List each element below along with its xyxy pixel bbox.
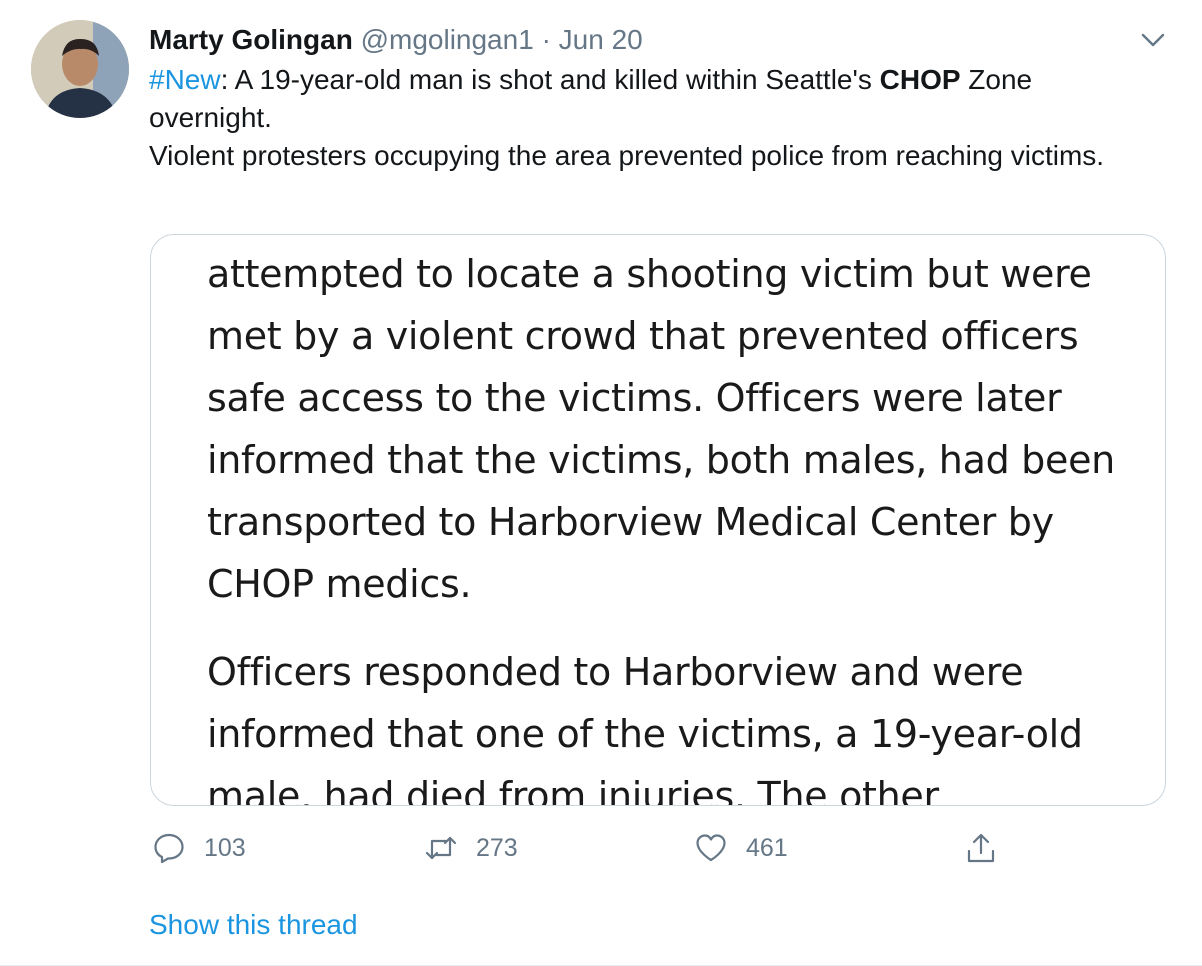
author-handle[interactable]: @mgolingan1 (361, 24, 534, 55)
separator: · (541, 24, 551, 55)
share-icon (967, 833, 995, 863)
avatar[interactable] (31, 20, 129, 118)
reply-button[interactable]: 103 (152, 826, 246, 870)
tweet[interactable]: Marty Golingan @mgolingan1 · Jun 20 #New… (0, 0, 1202, 966)
tweet-header: Marty Golingan @mgolingan1 · Jun 20 (149, 21, 643, 59)
reply-icon (154, 833, 184, 864)
reply-count: 103 (204, 833, 246, 862)
screenshot-text: attempted to locate a shooting victim bu… (207, 243, 1157, 806)
retweet-icon (425, 836, 457, 860)
like-button[interactable]: 461 (694, 826, 788, 870)
like-icon (696, 834, 726, 862)
screenshot-paragraph: Officers responded to Harborview and wer… (207, 650, 1083, 806)
retweet-button[interactable]: 273 (424, 826, 518, 870)
show-thread-link[interactable]: Show this thread (149, 906, 358, 944)
retweet-count: 273 (476, 833, 518, 862)
media-image[interactable]: attempted to locate a shooting victim bu… (150, 234, 1166, 806)
hashtag-link[interactable]: #New (149, 64, 221, 95)
tweet-text-segment: : A 19-year-old man is shot and killed w… (220, 64, 880, 95)
avatar-image (31, 20, 129, 118)
share-button[interactable] (964, 826, 998, 870)
author-name[interactable]: Marty Golingan (149, 24, 353, 55)
tweet-text: #New: A 19-year-old man is shot and kill… (149, 61, 1159, 175)
action-bar: 103 273 461 (0, 826, 1202, 870)
like-count: 461 (746, 833, 788, 862)
chevron-down-icon[interactable] (1138, 28, 1168, 52)
screenshot-paragraph: attempted to locate a shooting victim bu… (207, 252, 1115, 606)
tweet-text-line: Violent protesters occupying the area pr… (149, 140, 1105, 171)
tweet-text-bold: CHOP (879, 64, 961, 95)
tweet-date[interactable]: Jun 20 (559, 24, 643, 55)
